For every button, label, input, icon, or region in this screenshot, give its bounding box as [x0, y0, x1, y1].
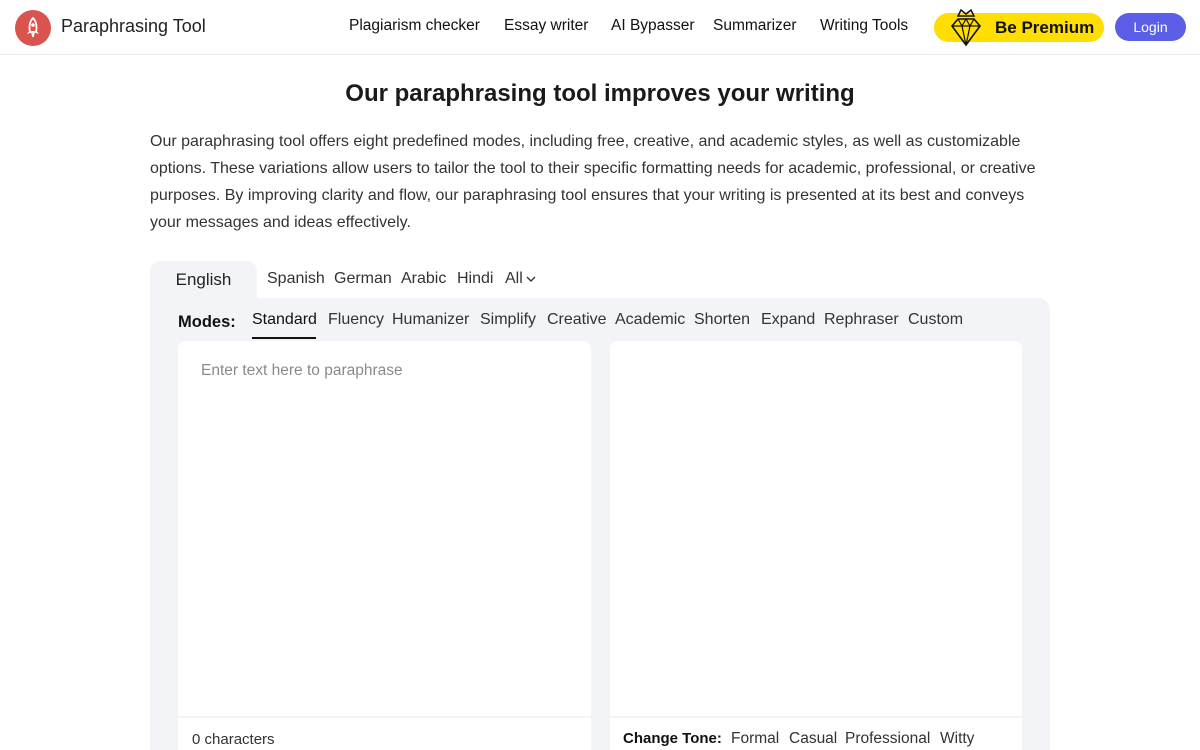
- top-header: Paraphrasing Tool Plagiarism checker Ess…: [0, 0, 1200, 55]
- be-premium-label: Be Premium: [995, 18, 1095, 37]
- output-footer: Change Tone: Formal Casual Professional …: [610, 718, 1022, 750]
- mode-rephraser[interactable]: Rephraser: [824, 311, 899, 329]
- mode-standard[interactable]: Standard: [252, 311, 317, 329]
- language-tab-english[interactable]: English: [150, 261, 257, 301]
- paraphrase-input[interactable]: [178, 341, 591, 716]
- tone-formal[interactable]: Formal: [731, 730, 779, 748]
- output-box: [610, 341, 1022, 716]
- rocket-icon[interactable]: [15, 10, 51, 46]
- chevron-down-icon: [526, 270, 536, 288]
- mode-custom[interactable]: Custom: [908, 311, 963, 329]
- language-all-label: All: [505, 270, 523, 288]
- mode-fluency[interactable]: Fluency: [328, 311, 384, 329]
- intro-description: Our paraphrasing tool offers eight prede…: [150, 133, 1036, 231]
- language-all-dropdown[interactable]: All: [505, 270, 536, 288]
- input-box: [178, 341, 591, 716]
- language-tab-german[interactable]: German: [334, 270, 392, 288]
- mode-academic[interactable]: Academic: [615, 311, 685, 329]
- mode-expand[interactable]: Expand: [761, 311, 815, 329]
- nav-summarizer[interactable]: Summarizer: [713, 17, 797, 35]
- mode-creative[interactable]: Creative: [547, 311, 607, 329]
- be-premium-button[interactable]: Be Premium: [934, 8, 1104, 47]
- login-button[interactable]: Login: [1115, 13, 1186, 41]
- tone-professional[interactable]: Professional: [845, 730, 930, 748]
- tone-casual[interactable]: Casual: [789, 730, 837, 748]
- language-tab-hindi[interactable]: Hindi: [457, 270, 493, 288]
- language-tab-arabic[interactable]: Arabic: [401, 270, 446, 288]
- nav-plagiarism-checker[interactable]: Plagiarism checker: [349, 17, 480, 35]
- tone-witty[interactable]: Witty: [940, 730, 974, 748]
- nav-ai-bypasser[interactable]: AI Bypasser: [611, 17, 695, 35]
- nav-writing-tools[interactable]: Writing Tools: [820, 17, 908, 35]
- mode-shorten[interactable]: Shorten: [694, 311, 750, 329]
- mode-simplify[interactable]: Simplify: [480, 311, 536, 329]
- input-footer: 0 characters: [178, 718, 591, 750]
- language-tab-spanish[interactable]: Spanish: [267, 270, 325, 288]
- brand-name[interactable]: Paraphrasing Tool: [61, 16, 206, 37]
- page-title: Our paraphrasing tool improves your writ…: [345, 80, 855, 107]
- modes-label: Modes:: [178, 313, 236, 331]
- character-count: 0 characters: [192, 731, 275, 748]
- active-mode-underline: [252, 337, 316, 339]
- diamond-crown-icon: [946, 7, 986, 56]
- nav-essay-writer[interactable]: Essay writer: [504, 17, 588, 35]
- change-tone-label: Change Tone:: [623, 730, 722, 747]
- mode-humanizer[interactable]: Humanizer: [392, 311, 469, 329]
